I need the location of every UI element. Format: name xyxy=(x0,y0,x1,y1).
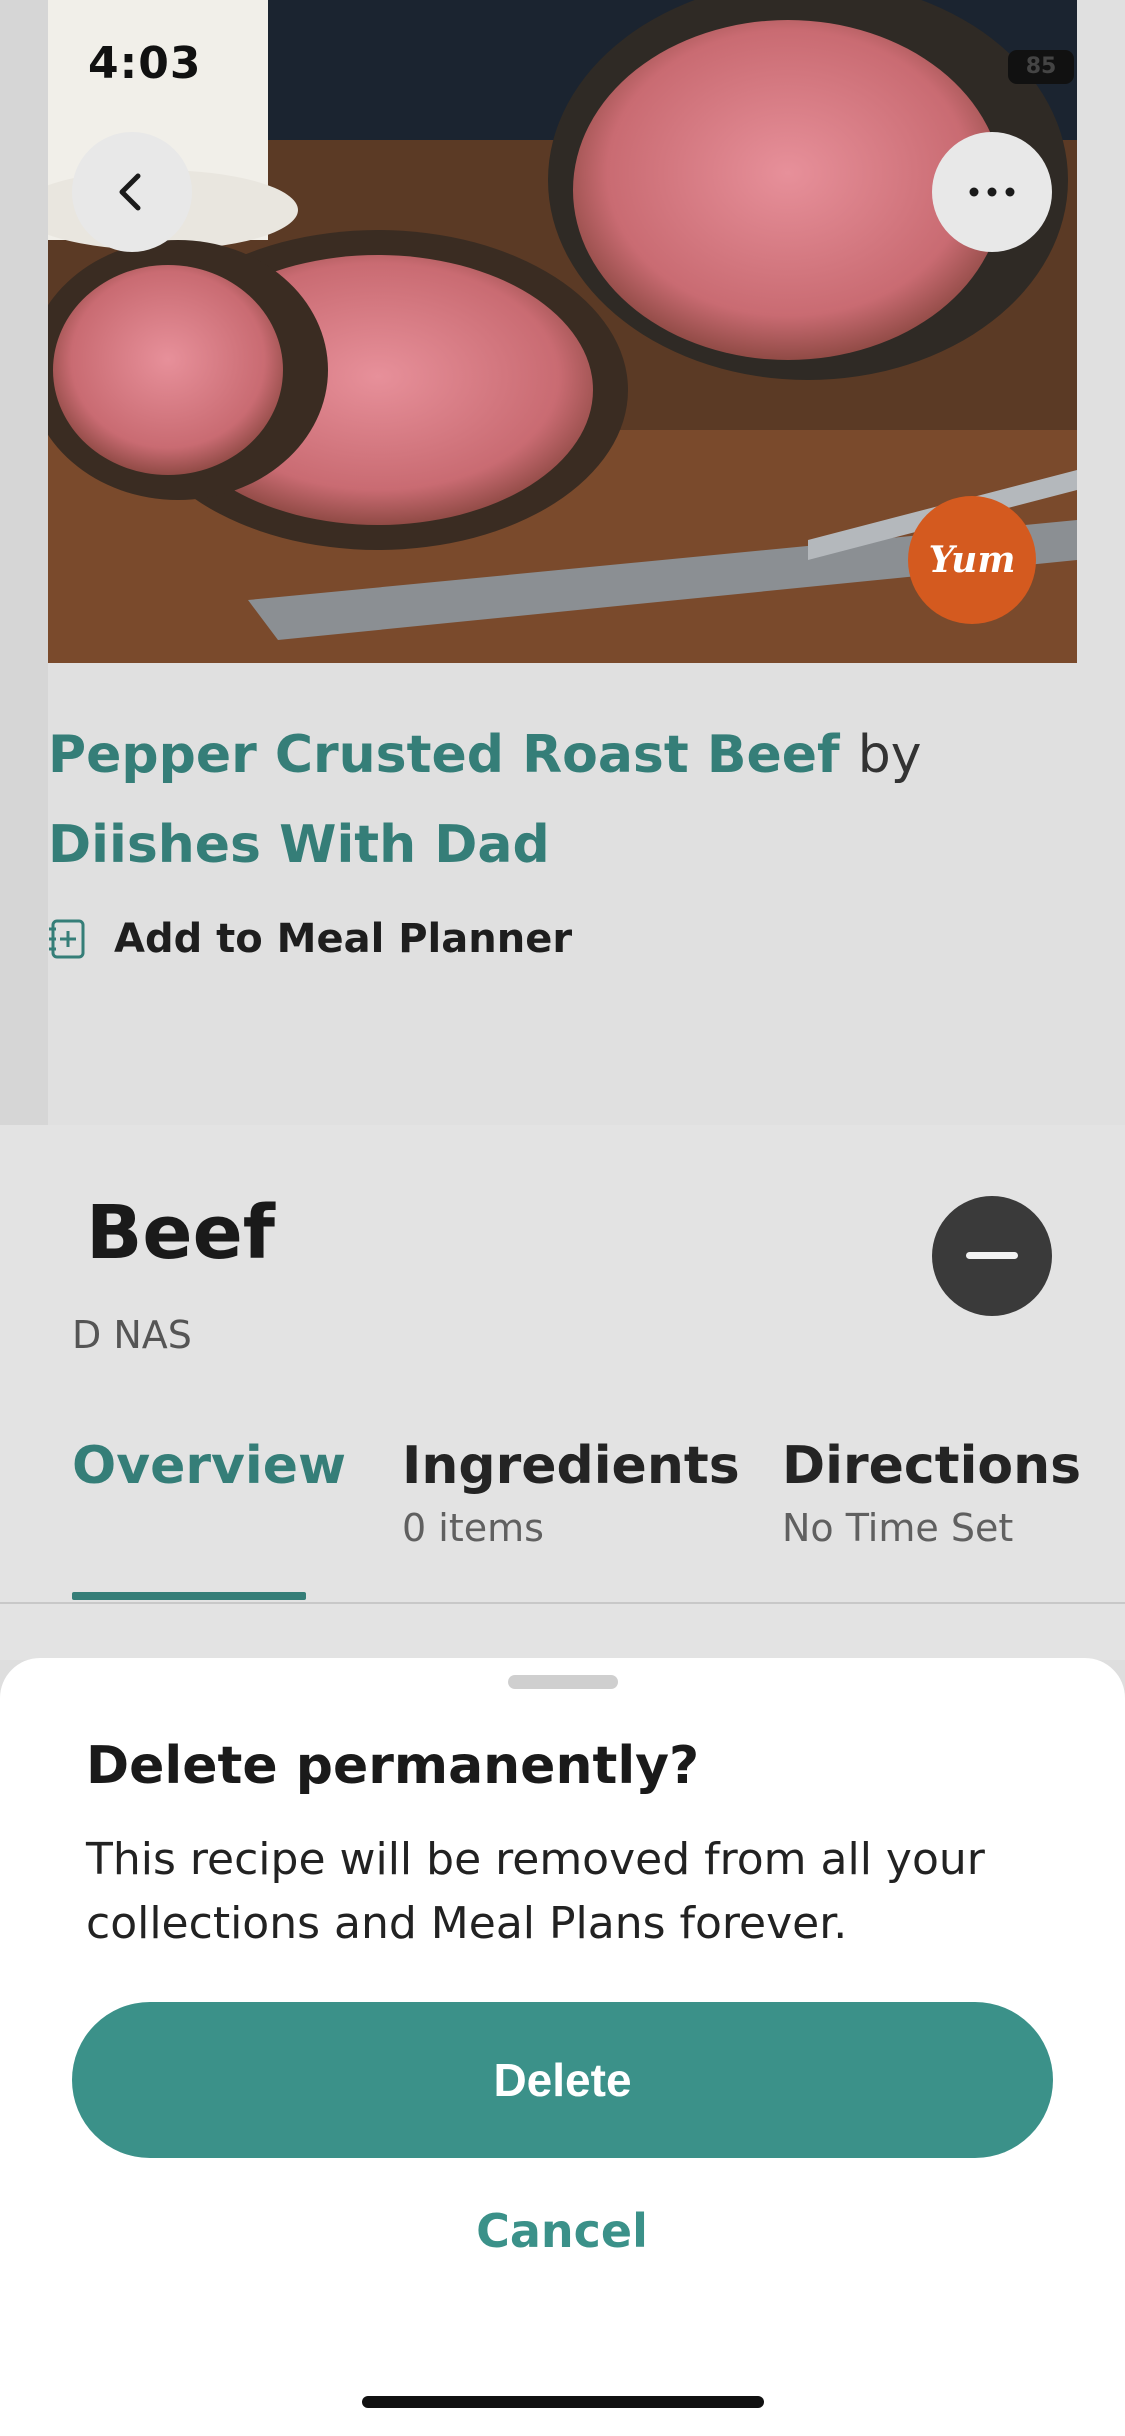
delete-button[interactable]: Delete xyxy=(72,2002,1053,2158)
minus-icon xyxy=(966,1252,1018,1259)
tab-directions[interactable]: Directions No Time Set xyxy=(782,1436,1081,1550)
back-button[interactable] xyxy=(72,132,192,252)
chevron-left-icon xyxy=(119,173,141,211)
recipe-author-link[interactable]: Diishes With Dad xyxy=(48,815,550,875)
tab-ingredients-count: 0 items xyxy=(402,1506,544,1550)
status-bar-time: 4:03 xyxy=(88,38,202,89)
tab-directions-label: Directions xyxy=(782,1436,1082,1496)
recipe-title-link[interactable]: Pepper Crusted Roast Beef xyxy=(48,725,840,785)
tab-ingredients-label: Ingredients xyxy=(402,1436,740,1496)
tab-overview-label: Overview xyxy=(72,1436,347,1496)
by-text: by xyxy=(857,725,922,785)
battery-indicator: 85 xyxy=(1008,50,1074,84)
collection-title: Beef xyxy=(86,1190,275,1276)
remove-button[interactable] xyxy=(932,1196,1052,1316)
meal-planner-label: Add to Meal Planner xyxy=(114,916,573,962)
tabs-divider xyxy=(0,1602,1125,1604)
more-horizontal-icon xyxy=(969,187,1015,197)
sheet-drag-handle[interactable] xyxy=(508,1675,618,1689)
recipe-heading: Pepper Crusted Roast Beef by Diishes Wit… xyxy=(48,710,1048,890)
add-to-meal-planner-button[interactable]: Add to Meal Planner xyxy=(48,916,572,962)
cancel-button[interactable]: Cancel xyxy=(362,2204,762,2274)
home-indicator[interactable] xyxy=(362,2396,764,2408)
yum-badge: Yum xyxy=(908,496,1036,624)
more-options-button[interactable] xyxy=(932,132,1052,252)
collection-subtitle: D NAS xyxy=(72,1313,192,1357)
sheet-message: This recipe will be removed from all you… xyxy=(86,1834,985,1949)
active-tab-indicator xyxy=(72,1592,306,1600)
tab-overview[interactable]: Overview xyxy=(72,1436,346,1496)
left-shadow-strip xyxy=(0,0,48,1125)
calendar-plus-icon xyxy=(49,919,85,959)
sheet-title: Delete permanently? xyxy=(86,1736,700,1796)
tab-ingredients[interactable]: Ingredients 0 items xyxy=(402,1436,740,1550)
tab-directions-time: No Time Set xyxy=(782,1506,1014,1550)
